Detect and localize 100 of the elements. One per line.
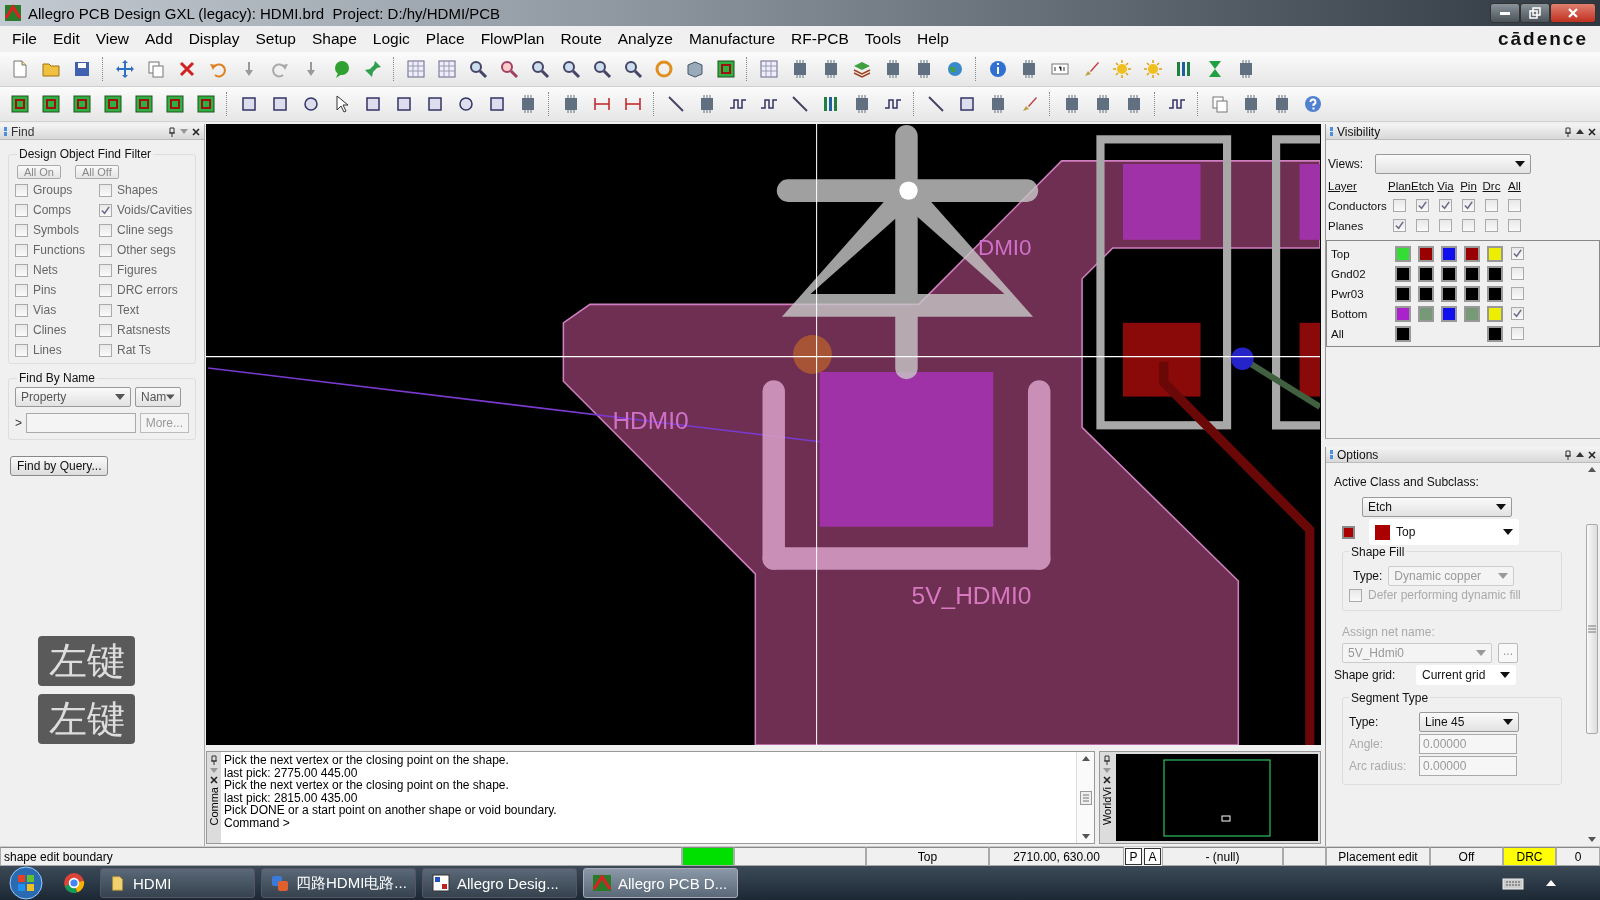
scroll-thumb[interactable]	[1079, 790, 1092, 805]
color-swatch[interactable]	[1465, 307, 1478, 320]
board-icon[interactable]	[9, 94, 30, 114]
checkbox[interactable]	[1485, 219, 1498, 232]
dropdown[interactable]: Top	[1369, 519, 1519, 545]
board-icon[interactable]	[164, 94, 185, 114]
checkbox[interactable]	[99, 283, 112, 297]
dropdown[interactable]: Current grid	[1416, 665, 1516, 685]
down-arrow-icon[interactable]	[1081, 834, 1090, 839]
checkbox[interactable]	[1508, 219, 1521, 232]
zoom-icon[interactable]	[622, 59, 643, 79]
color-swatch[interactable]	[1488, 247, 1501, 260]
name-field[interactable]	[26, 413, 136, 433]
color-swatch[interactable]	[1488, 287, 1501, 300]
line-icon[interactable]	[789, 94, 810, 114]
query-button[interactable]: Find by Query...	[10, 456, 109, 476]
taskbar-button[interactable]: Allegro PCB D...	[583, 868, 738, 898]
column-link[interactable]: Plan	[1388, 180, 1411, 192]
help-icon[interactable]	[1302, 94, 1323, 114]
menu-item[interactable]: Help	[909, 28, 957, 50]
color-swatch[interactable]	[1442, 287, 1455, 300]
cube-icon[interactable]	[684, 59, 705, 79]
board-icon[interactable]	[71, 94, 92, 114]
line-icon[interactable]	[925, 94, 946, 114]
up-arrow-icon[interactable]	[1576, 129, 1584, 134]
color-swatch[interactable]	[1488, 327, 1501, 340]
dropdown[interactable]: Property	[15, 387, 131, 407]
menu-item[interactable]: Manufacture	[680, 28, 784, 50]
color-swatch[interactable]	[1465, 287, 1478, 300]
color-swatch[interactable]	[1442, 307, 1455, 320]
checkbox[interactable]	[15, 203, 28, 217]
toggle-button[interactable]: A	[1144, 848, 1161, 865]
board-icon[interactable]	[195, 94, 216, 114]
column-link[interactable]: Etch	[1411, 180, 1434, 192]
pin-icon[interactable]	[1103, 755, 1111, 765]
color-swatch[interactable]	[1419, 247, 1432, 260]
up-arrow-icon[interactable]	[1576, 452, 1584, 457]
color-swatch[interactable]	[1419, 267, 1432, 280]
pin-icon[interactable]	[1564, 126, 1572, 137]
checkbox[interactable]	[1462, 219, 1475, 232]
close-icon[interactable]	[1588, 127, 1596, 136]
column-link[interactable]: All	[1508, 180, 1521, 192]
menu-item[interactable]: Shape	[303, 28, 365, 50]
close-icon[interactable]	[1103, 776, 1111, 784]
minimize-button[interactable]	[1490, 3, 1520, 23]
checkbox[interactable]	[15, 283, 28, 297]
menu-item[interactable]: RF-PCB	[783, 28, 857, 50]
scroll-thumb[interactable]	[1586, 523, 1598, 734]
checkbox[interactable]	[1439, 219, 1452, 232]
board-icon[interactable]	[40, 94, 61, 114]
checkbox[interactable]	[99, 183, 112, 197]
taskbar-button[interactable]: HDMI	[100, 868, 255, 898]
checkbox[interactable]	[99, 243, 112, 257]
move-icon[interactable]	[114, 59, 135, 79]
column-link[interactable]: Drc	[1482, 180, 1501, 192]
zoom-icon[interactable]	[467, 59, 488, 79]
menu-item[interactable]: File	[4, 28, 45, 50]
close-icon[interactable]	[192, 127, 200, 136]
menu-item[interactable]: Place	[417, 28, 473, 50]
board-icon[interactable]	[133, 94, 154, 114]
dropdown[interactable]: Etch	[1362, 497, 1512, 517]
pin-icon[interactable]	[210, 755, 218, 765]
checkbox[interactable]	[99, 303, 112, 317]
checkbox[interactable]	[99, 323, 112, 337]
color-swatch[interactable]	[1396, 307, 1409, 320]
zoom-icon[interactable]	[591, 59, 612, 79]
checkbox[interactable]	[1511, 267, 1524, 280]
up-arrow-icon[interactable]	[1081, 756, 1090, 761]
checkbox[interactable]	[1508, 199, 1521, 212]
color-swatch[interactable]	[1396, 247, 1409, 260]
copy-icon[interactable]	[1209, 94, 1230, 114]
pin-icon[interactable]	[1564, 449, 1572, 460]
zoom-icon[interactable]	[560, 59, 581, 79]
menu-item[interactable]: Logic	[364, 28, 418, 50]
scrollbar[interactable]	[1076, 752, 1094, 843]
up-arrow-icon[interactable]	[1546, 880, 1556, 886]
checkbox[interactable]	[1511, 327, 1524, 340]
menu-item[interactable]: Analyze	[609, 28, 681, 50]
menu-item[interactable]: Tools	[856, 28, 909, 50]
up-arrow-icon[interactable]	[1588, 467, 1596, 472]
pin-icon[interactable]	[168, 126, 176, 137]
column-link[interactable]: Via	[1437, 180, 1454, 192]
checkbox[interactable]	[99, 343, 112, 357]
checkbox[interactable]	[15, 263, 28, 277]
column-link[interactable]: Layer	[1328, 180, 1357, 192]
color-swatch[interactable]	[1419, 287, 1432, 300]
copy-icon[interactable]	[145, 59, 166, 79]
close-button[interactable]	[1550, 3, 1596, 23]
menu-item[interactable]: Setup	[247, 28, 304, 50]
checkbox[interactable]	[1511, 287, 1524, 300]
zoom-icon[interactable]	[498, 59, 519, 79]
dropdown[interactable]: Nam	[135, 387, 181, 407]
checkbox[interactable]	[1416, 199, 1429, 212]
color-swatch[interactable]	[1442, 247, 1455, 260]
board-icon[interactable]	[715, 59, 736, 79]
taskbar-button[interactable]: 四路HDMI电路...	[261, 868, 416, 898]
checkbox[interactable]	[1462, 199, 1475, 212]
layers-icon[interactable]	[851, 59, 872, 79]
color-swatch[interactable]	[1488, 307, 1501, 320]
checkbox[interactable]	[15, 223, 28, 237]
